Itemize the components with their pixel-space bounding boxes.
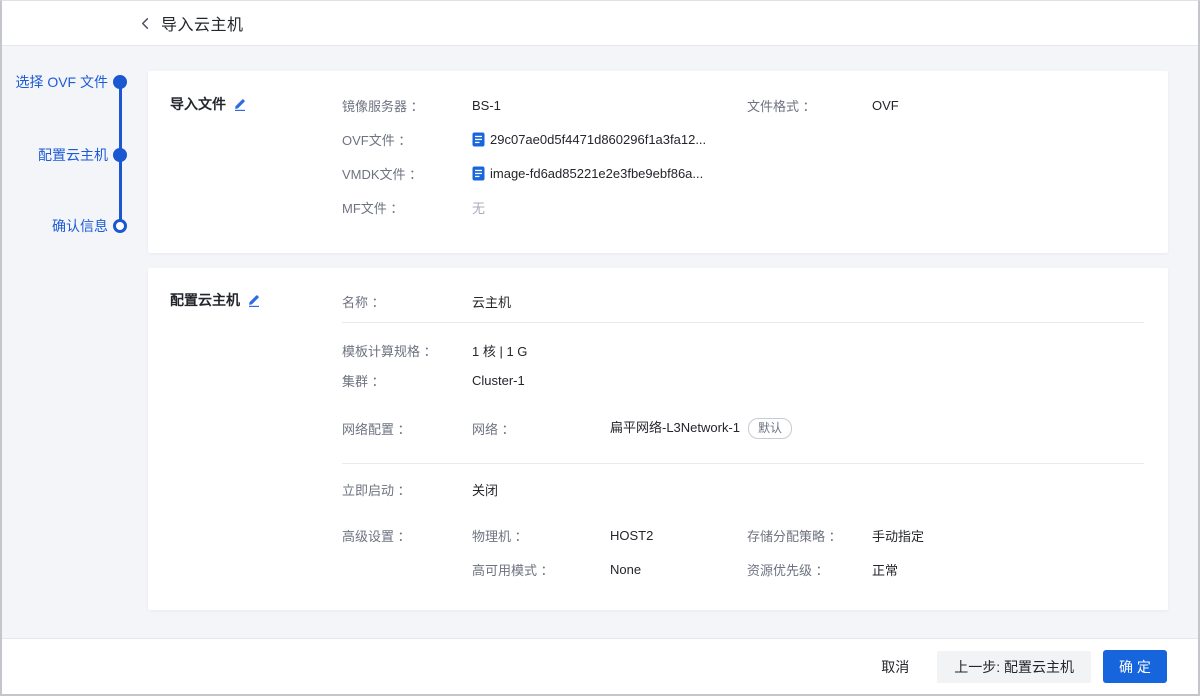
confirm-button[interactable]: 确 定 xyxy=(1103,650,1167,683)
field-row: 高级设置 ： 物理机 ： HOST2 存储分配策略 ： 手动指定 xyxy=(342,520,1144,550)
mf-file-label: MF文件 ： xyxy=(342,198,472,217)
import-file-card: 导入文件 镜像服务器 ： BS-1 文件格式 ： OVF OVF文件 ： xyxy=(148,71,1168,253)
cancel-button[interactable]: 取消 xyxy=(877,651,913,683)
compute-spec-value: 1 核 | 1 G xyxy=(472,341,1144,360)
step-select-ovf-file[interactable]: 选择 OVF 文件 xyxy=(2,72,148,92)
network-name: 扁平网络-L3Network-1 xyxy=(610,420,740,435)
network-value: 扁平网络-L3Network-1 默认 xyxy=(610,417,1144,439)
field-row: VMDK文件 ： image-fd6ad85221e2e3fbe9ebf86a.… xyxy=(342,156,1144,190)
network-label: 网络 ： xyxy=(472,419,610,438)
advanced-settings-label: 高级设置 ： xyxy=(342,526,472,545)
configure-vm-fields: 名称 ： 云主机 模板计算规格 ： 1 核 | 1 G 集群 ： Cluster… xyxy=(342,268,1168,598)
cluster-value: Cluster-1 xyxy=(472,373,1144,388)
vm-name-label: 名称 ： xyxy=(342,292,472,311)
start-now-value: 关闭 xyxy=(472,480,1144,499)
start-now-label: 立即启动 ： xyxy=(342,480,472,499)
configure-vm-card-header: 配置云主机 xyxy=(148,268,342,310)
card-title: 配置云主机 xyxy=(170,290,240,310)
configure-vm-card: 配置云主机 名称 ： 云主机 模板计算规格 ： 1 核 | 1 G xyxy=(148,268,1168,610)
file-icon xyxy=(472,132,485,147)
ovf-file-name: 29c07ae0d5f4471d860296f1a3fa12... xyxy=(490,132,706,147)
ha-mode-label: 高可用模式 ： xyxy=(472,560,610,579)
wizard-stepper: 选择 OVF 文件 配置云主机 确认信息 xyxy=(2,46,148,638)
file-format-value: OVF xyxy=(872,98,1144,113)
card-title: 导入文件 xyxy=(170,94,226,114)
image-server-value: BS-1 xyxy=(472,98,747,113)
vmdk-file-name: image-fd6ad85221e2e3fbe9ebf86a... xyxy=(490,166,703,181)
section-divider xyxy=(342,322,1144,323)
vm-name-value: 云主机 xyxy=(472,292,1144,311)
compute-spec-label: 模板计算规格 ： xyxy=(342,341,472,360)
step-label: 配置云主机 xyxy=(38,145,108,165)
cluster-label: 集群 ： xyxy=(342,371,472,390)
resource-priority-value: 正常 xyxy=(872,560,1144,579)
file-icon xyxy=(472,166,485,181)
image-server-label: 镜像服务器 ： xyxy=(342,96,472,115)
step-label: 确认信息 xyxy=(52,216,108,236)
host-value: HOST2 xyxy=(610,528,747,543)
step-confirm-info[interactable]: 确认信息 xyxy=(2,216,148,236)
field-row: OVF文件 ： 29c07ae0d5f4471d860296f1a3fa12..… xyxy=(342,122,1144,156)
field-row: 名称 ： 云主机 xyxy=(342,284,1144,318)
field-row: 镜像服务器 ： BS-1 文件格式 ： OVF xyxy=(342,88,1144,122)
field-row: 集群 ： Cluster-1 xyxy=(342,365,1144,395)
ovf-file-value: 29c07ae0d5f4471d860296f1a3fa12... xyxy=(472,132,1144,147)
previous-step-button[interactable]: 上一步: 配置云主机 xyxy=(937,651,1091,683)
back-icon[interactable] xyxy=(138,16,153,31)
resource-priority-label: 资源优先级 ： xyxy=(747,560,872,579)
ha-mode-value: None xyxy=(610,562,747,577)
ovf-file-label: OVF文件 ： xyxy=(342,130,472,149)
import-vm-window: 导入云主机 选择 OVF 文件 配置云主机 确认信息 导入 xyxy=(0,0,1200,696)
field-row: 模板计算规格 ： 1 核 | 1 G xyxy=(342,335,1144,365)
field-row: 网络配置 ： 网络 ： 扁平网络-L3Network-1 默认 xyxy=(342,413,1144,443)
field-row: 高可用模式 ： None 资源优先级 ： 正常 xyxy=(342,554,1144,584)
step-label: 选择 OVF 文件 xyxy=(15,72,108,92)
main-content: 导入文件 镜像服务器 ： BS-1 文件格式 ： OVF OVF文件 ： xyxy=(148,71,1168,610)
step-dot-hollow-icon xyxy=(113,219,127,233)
field-row: 立即启动 ： 关闭 xyxy=(342,474,1144,504)
step-dot-filled-icon xyxy=(113,148,127,162)
page-title: 导入云主机 xyxy=(161,11,244,35)
wizard-body: 选择 OVF 文件 配置云主机 确认信息 导入文件 xyxy=(2,46,1198,638)
step-dot-filled-icon xyxy=(113,75,127,89)
file-format-label: 文件格式 ： xyxy=(747,96,872,115)
section-divider xyxy=(342,463,1144,464)
edit-import-file-icon[interactable] xyxy=(233,97,247,111)
page-header: 导入云主机 xyxy=(2,1,1198,46)
page-footer: 取消 上一步: 配置云主机 确 定 xyxy=(2,638,1198,694)
vmdk-file-value: image-fd6ad85221e2e3fbe9ebf86a... xyxy=(472,166,1144,181)
step-configure-vm[interactable]: 配置云主机 xyxy=(2,145,148,165)
field-row: MF文件 ： 无 xyxy=(342,190,1144,224)
import-file-fields: 镜像服务器 ： BS-1 文件格式 ： OVF OVF文件 ： 29c07ae0… xyxy=(342,71,1168,238)
host-label: 物理机 ： xyxy=(472,526,610,545)
import-file-card-header: 导入文件 xyxy=(148,71,342,114)
vmdk-file-label: VMDK文件 ： xyxy=(342,164,472,183)
mf-file-value: 无 xyxy=(472,198,1144,217)
storage-policy-label: 存储分配策略 ： xyxy=(747,526,872,545)
edit-configure-vm-icon[interactable] xyxy=(247,293,261,307)
storage-policy-value: 手动指定 xyxy=(872,526,1144,545)
default-badge: 默认 xyxy=(748,418,792,439)
network-config-label: 网络配置 ： xyxy=(342,419,472,438)
